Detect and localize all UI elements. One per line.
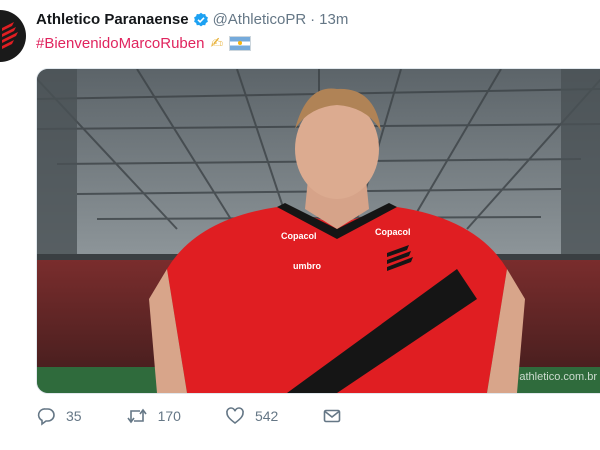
like-button[interactable]: 542 [225, 406, 278, 426]
player-photo: Copacol Copacol umbro [37, 69, 600, 393]
avatar[interactable] [0, 10, 26, 62]
club-logo-icon [2, 22, 18, 49]
like-icon [226, 407, 244, 425]
writing-hand-icon: ✍ [210, 35, 224, 52]
retweet-icon [126, 408, 147, 424]
argentina-flag-icon [229, 35, 252, 51]
jersey-sponsor-right: Copacol [375, 227, 411, 237]
separator-dot: · [310, 11, 316, 28]
jersey-brand: umbro [293, 261, 322, 271]
retweet-count: 170 [157, 408, 181, 424]
retweet-button[interactable]: 170 [126, 406, 181, 426]
reply-icon [37, 408, 55, 426]
tweet-actions: 35 170 542 [36, 406, 386, 426]
direct-message-icon [323, 409, 341, 423]
hashtag-link[interactable]: #BienvenidoMarcoRuben [36, 35, 204, 52]
photo-watermark: athletico.com.br [519, 371, 597, 383]
author-handle[interactable]: @AthleticoPR [213, 11, 307, 28]
author-name[interactable]: Athletico Paranaense [36, 11, 189, 28]
reply-count: 35 [66, 408, 82, 424]
tweet-timestamp[interactable]: 13m [319, 11, 348, 28]
reply-button[interactable]: 35 [36, 406, 82, 426]
tweet-header: Athletico Paranaense @AthleticoPR · 13m [36, 11, 348, 28]
verified-badge-icon [193, 12, 209, 28]
tweet-text: #BienvenidoMarcoRuben ✍ [36, 34, 252, 52]
jersey-sponsor-left: Copacol [281, 231, 317, 241]
tweet-photo[interactable]: Copacol Copacol umbro athletico.com.br [36, 68, 600, 394]
like-count: 542 [254, 408, 279, 424]
direct-message-button[interactable] [322, 406, 342, 426]
